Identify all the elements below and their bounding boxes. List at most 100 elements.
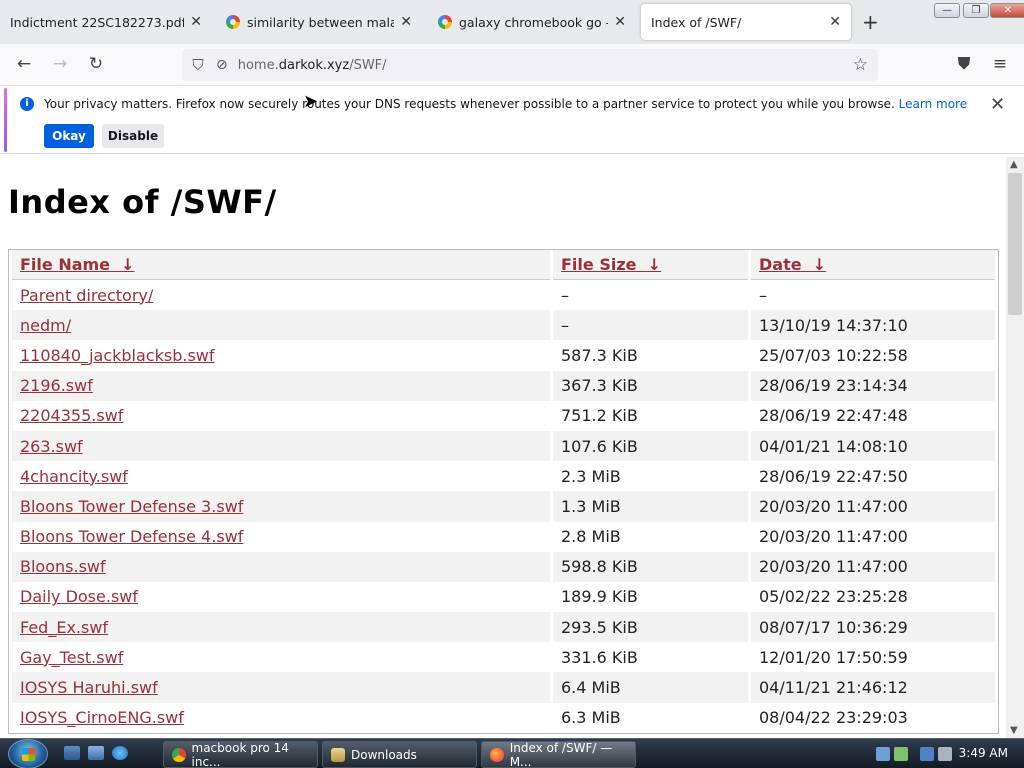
learn-more-link[interactable]: Learn more — [899, 97, 967, 111]
table-row: nedm/ –13/10/19 14:37:10 — [12, 310, 995, 341]
table-row: 4chancity.swf 2.3 MiB 28/06/19 22:47:50 — [12, 461, 995, 491]
close-tab-icon[interactable]: ✕ — [400, 14, 412, 30]
header-label: File Size — [561, 255, 637, 274]
tab-title: Indictment 22SC182273.pdf — [10, 14, 185, 30]
file-link[interactable]: 2204355.swf — [20, 406, 123, 425]
file-listing: File Name ↓ File Size ↓ Date ↓ Parent di… — [8, 249, 999, 734]
close-tab-icon[interactable]: ✕ — [190, 14, 202, 30]
file-link[interactable]: Gay_Test.swf — [20, 648, 123, 667]
google-icon — [438, 15, 452, 29]
taskbar-item-firefox[interactable]: Index of /SWF/ — M... — [481, 741, 636, 768]
table-row: Bloons Tower Defense 4.swf 2.8 MiB 20/03/2… — [12, 522, 995, 552]
tab-index-swf[interactable]: Index of /SWF/ ✕ — [641, 4, 851, 40]
url-path: /SWF/ — [349, 57, 387, 73]
close-tab-icon[interactable]: ✕ — [829, 14, 841, 30]
file-link[interactable]: Bloons Tower Defense 4.swf — [20, 527, 243, 546]
restore-icon[interactable]: ❐ — [963, 3, 989, 18]
forward-icon[interactable]: → — [49, 54, 71, 74]
file-date: – — [759, 285, 767, 305]
scroll-down-icon[interactable]: ▼ — [1010, 725, 1018, 736]
header-file-size[interactable]: File Size ↓ — [553, 250, 748, 280]
tab-galaxy-chromebook[interactable]: galaxy chromebook go - Goo ✕ — [428, 4, 636, 40]
file-size: – — [561, 285, 569, 305]
okay-button[interactable]: Okay — [44, 124, 94, 148]
table-row: 110840_jackblacksb.swf 587.3 KiB 25/07/03 … — [12, 340, 995, 370]
file-size: 751.2 KiB — [561, 406, 638, 426]
file-date: 13/10/19 14:37:10 — [751, 310, 995, 341]
file-link[interactable]: nedm/ — [20, 316, 71, 335]
page-title: Index of /SWF/ — [8, 183, 277, 221]
pocket-icon[interactable]: ⛊ — [953, 54, 975, 74]
url-text[interactable]: home.darkok.xyz/SWF/ — [238, 58, 387, 73]
file-date: 08/04/22 23:29:03 — [759, 708, 908, 728]
file-link[interactable]: 263.swf — [20, 437, 83, 456]
tab-title: galaxy chromebook go - Goo — [459, 14, 608, 30]
header-file-name[interactable]: File Name ↓ — [12, 250, 550, 280]
file-size: 367.3 KiB — [553, 370, 748, 401]
taskbar-item-downloads[interactable]: Downloads — [322, 741, 477, 768]
file-link[interactable]: Bloons.swf — [20, 557, 106, 576]
file-link[interactable]: Fed_Ex.swf — [20, 618, 108, 637]
file-date: 08/07/17 10:36:29 — [751, 612, 995, 643]
folder-icon — [331, 747, 345, 762]
file-date: 28/06/19 23:14:34 — [751, 370, 995, 401]
table-row: Daily Dose.swf 189.9 KiB 05/02/22 23:25:28 — [12, 582, 995, 612]
file-date: 28/06/19 22:47:50 — [759, 466, 908, 486]
reload-icon[interactable]: ↻ — [85, 54, 107, 74]
chrome-icon — [172, 747, 186, 762]
switch-windows-icon[interactable] — [88, 746, 104, 760]
page-info-icon[interactable]: ⊘ — [216, 57, 228, 73]
file-link[interactable]: IOSYS_CirnoENG.swf — [20, 708, 184, 727]
file-date: 25/07/03 10:22:58 — [759, 345, 908, 365]
file-size: 1.3 MiB — [553, 491, 748, 522]
tray-app-icon[interactable] — [876, 747, 890, 761]
google-icon — [226, 15, 240, 29]
header-date[interactable]: Date ↓ — [751, 250, 995, 280]
scroll-thumb[interactable] — [1008, 173, 1022, 315]
taskbar-item-chrome[interactable]: macbook pro 14 inc... — [163, 741, 318, 768]
info-icon: i — [20, 97, 34, 111]
menu-icon[interactable]: ≡ — [989, 54, 1011, 74]
tab-similarity-malay[interactable]: similarity between malay and ✕ — [216, 4, 422, 40]
notification-text: Your privacy matters. Firefox now secure… — [44, 97, 967, 111]
internet-explorer-icon[interactable] — [112, 746, 128, 760]
page-content: Index of /SWF/ File Name ↓ File Size ↓ D… — [0, 157, 1006, 738]
privacy-notification: i Your privacy matters. Firefox now secu… — [0, 86, 1024, 154]
tray-app-icon[interactable] — [894, 747, 908, 761]
new-tab-icon[interactable]: + — [862, 10, 879, 34]
shield-icon[interactable]: ⛉ — [190, 56, 206, 74]
network-icon[interactable] — [920, 747, 934, 761]
file-size: 189.9 KiB — [561, 587, 638, 607]
file-link[interactable]: 110840_jackblacksb.swf — [20, 346, 215, 365]
start-button[interactable] — [8, 739, 48, 768]
tab-indictment-pdf[interactable]: Indictment 22SC182273.pdf ✕ — [0, 4, 212, 40]
close-tab-icon[interactable]: ✕ — [614, 14, 626, 30]
close-icon[interactable]: ✕ — [990, 94, 1005, 115]
volume-muted-icon[interactable] — [938, 747, 952, 761]
window-close-icon[interactable]: ✕ — [990, 3, 1024, 18]
disable-button[interactable]: Disable — [102, 124, 164, 148]
page-scrollbar[interactable]: ▲ ▼ — [1006, 157, 1024, 738]
table-row: Bloons.swf 598.8 KiB 20/03/20 11:47:00 — [12, 551, 995, 582]
clock[interactable]: 3:49 AM — [959, 746, 1008, 760]
bookmark-star-icon[interactable]: ☆ — [853, 55, 868, 75]
scroll-up-icon[interactable]: ▲ — [1010, 159, 1018, 170]
file-link[interactable]: Bloons Tower Defense 3.swf — [20, 497, 243, 516]
file-link[interactable]: Daily Dose.swf — [20, 587, 138, 606]
mouse-cursor-icon: ➤ — [303, 91, 319, 112]
table-row: 263.swf 107.6 KiB 04/01/21 14:08:10 — [12, 430, 995, 462]
address-bar[interactable]: ⛉ ⊘ home.darkok.xyz/SWF/ ☆ — [182, 49, 878, 81]
system-tray: 3:49 AM — [870, 739, 1024, 768]
file-link[interactable]: Parent directory/ — [20, 286, 153, 305]
file-size: 2.8 MiB — [561, 527, 621, 547]
file-link[interactable]: 4chancity.swf — [20, 467, 128, 486]
show-desktop-icon[interactable] — [64, 746, 80, 760]
file-link[interactable]: 2196.swf — [20, 376, 93, 395]
notification-accent-stripe — [4, 88, 7, 152]
back-icon[interactable]: ← — [13, 54, 35, 74]
header-label: Date — [759, 255, 802, 274]
file-size: 2.3 MiB — [561, 466, 621, 486]
file-link[interactable]: IOSYS Haruhi.swf — [20, 678, 158, 697]
file-size: 598.8 KiB — [553, 551, 748, 582]
minimize-icon[interactable]: — — [934, 3, 960, 18]
